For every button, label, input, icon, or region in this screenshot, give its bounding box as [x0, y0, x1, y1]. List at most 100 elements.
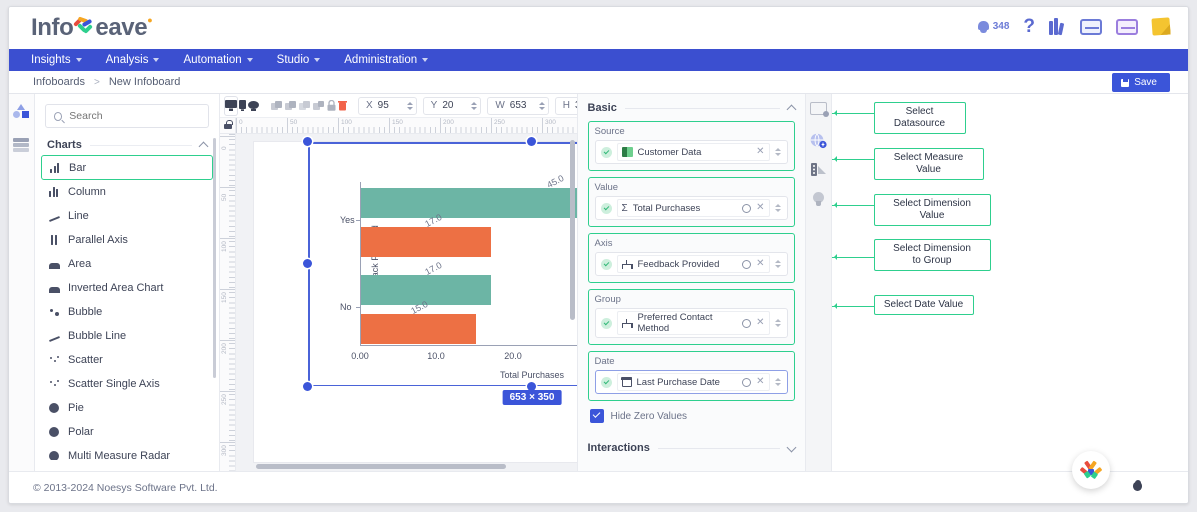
nav-item-studio[interactable]: Studio — [277, 54, 321, 66]
clear-group-icon[interactable]: ✕ — [756, 318, 764, 328]
hide-zero-values-checkbox[interactable] — [589, 409, 604, 423]
notifications-button[interactable]: 348 — [977, 20, 1009, 34]
value-stepper[interactable] — [774, 204, 783, 212]
search-input[interactable] — [69, 110, 200, 122]
bug-report-icon[interactable] — [1131, 480, 1144, 491]
sidebar-item-parallel-axis[interactable]: Parallel Axis — [35, 228, 219, 252]
chart-type-list[interactable]: Bar Column Line Parallel Axis Area Inver… — [35, 155, 219, 460]
clone-icon[interactable] — [299, 97, 311, 115]
ruler-top[interactable]: 0 50 100 150 200 250 300 350 400 450 500… — [236, 118, 577, 134]
nav-item-administration[interactable]: Administration — [344, 54, 429, 66]
gear-icon[interactable] — [742, 259, 752, 269]
gear-icon[interactable] — [742, 318, 752, 328]
sidebar-item-bubble[interactable]: Bubble — [35, 300, 219, 324]
charts-list-scrollbar[interactable] — [213, 138, 216, 378]
clear-value-icon[interactable]: ✕ — [756, 203, 764, 213]
axis-stepper[interactable] — [774, 260, 783, 268]
sidebar-item-area[interactable]: Area — [35, 252, 219, 276]
canvas-vscrollbar[interactable] — [569, 140, 575, 320]
clear-source-icon[interactable]: ✕ — [756, 147, 764, 157]
duplicate-icon[interactable] — [285, 97, 297, 115]
bar-yes-phone[interactable] — [361, 227, 491, 257]
sidebar-item-scatter[interactable]: Scatter — [35, 348, 219, 372]
group-chip[interactable]: Preferred Contact Method ✕ — [616, 311, 770, 335]
help-icon[interactable]: ? — [1023, 17, 1035, 36]
source-stepper[interactable] — [774, 148, 783, 156]
breadcrumb-root[interactable]: Infoboards — [33, 76, 85, 88]
sidebar-item-pie[interactable]: Pie — [35, 396, 219, 420]
gear-icon[interactable] — [742, 203, 752, 213]
source-chip[interactable]: Customer Data ✕ — [616, 143, 770, 161]
y-position-field[interactable]: Y 20 — [422, 96, 482, 115]
accordion-interactions[interactable]: Interactions — [588, 433, 796, 462]
tablet-icon[interactable] — [239, 97, 246, 115]
search-box[interactable] — [45, 104, 209, 128]
ruler-lock-icon[interactable] — [224, 120, 233, 129]
sidebar-item-multi-measure-radar[interactable]: Multi Measure Radar — [35, 444, 219, 460]
source-field[interactable]: Customer Data ✕ — [594, 140, 788, 164]
date-chip[interactable]: Last Purchase Date ✕ — [616, 373, 770, 391]
widget-settings-icon[interactable] — [809, 102, 829, 117]
clear-axis-icon[interactable]: ✕ — [756, 259, 764, 269]
nav-item-insights[interactable]: Insights — [31, 54, 82, 66]
width-field[interactable]: W 653 — [487, 96, 549, 115]
axis-field[interactable]: Feedback Provided ✕ — [594, 252, 788, 276]
desktop-icon[interactable] — [225, 96, 237, 115]
charts-section-header[interactable]: Charts — [47, 139, 209, 152]
sticky-note-icon[interactable] — [1151, 17, 1171, 36]
lock-icon[interactable] — [327, 97, 336, 115]
layers-icon[interactable] — [13, 138, 30, 152]
nav-item-analysis[interactable]: Analysis — [106, 54, 160, 66]
basic-section-header[interactable]: Basic — [588, 102, 796, 115]
group-field[interactable]: Preferred Contact Method ✕ — [594, 308, 788, 338]
height-field[interactable]: H 350 — [554, 96, 577, 115]
bar-no-phone[interactable] — [361, 314, 476, 344]
bar-yes-email[interactable] — [361, 188, 577, 218]
date-field[interactable]: Last Purchase Date ✕ — [594, 370, 788, 394]
assistant-fab[interactable] — [1072, 451, 1110, 489]
group-field-group: Group Preferred Contact Method ✕ — [587, 289, 795, 345]
sidebar-item-scatter-single-axis[interactable]: Scatter Single Axis — [35, 372, 219, 396]
nav-item-automation[interactable]: Automation — [183, 54, 253, 66]
app-footer: © 2013-2024 Noesys Software Pvt. Ltd. — [9, 451, 1188, 503]
group-stepper[interactable] — [774, 319, 783, 327]
gear-icon[interactable] — [742, 377, 752, 387]
sidebar-item-line[interactable]: Line — [35, 204, 219, 228]
mobile-icon[interactable] — [248, 97, 259, 115]
palette-icon[interactable] — [810, 163, 826, 178]
library-icon[interactable] — [1049, 18, 1066, 36]
value-field[interactable]: Σ Total Purchases ✕ — [594, 196, 788, 220]
value-chip[interactable]: Σ Total Purchases ✕ — [616, 199, 770, 217]
date-stepper[interactable] — [774, 378, 783, 386]
canvas-hscrollbar[interactable] — [256, 464, 506, 469]
axis-chip[interactable]: Feedback Provided ✕ — [616, 255, 770, 273]
canvas-stage[interactable]: Email Phone Feedback Provided Total Purc… — [236, 134, 577, 471]
sidebar-item-polar[interactable]: Polar — [35, 420, 219, 444]
sidebar-item-column[interactable]: Column — [35, 180, 219, 204]
monitor-purple-icon[interactable] — [1116, 18, 1138, 35]
copy-icon[interactable] — [271, 97, 283, 115]
datasource-globe-icon[interactable] — [810, 133, 827, 149]
y-stepper[interactable] — [471, 101, 478, 110]
monitor-blue-icon[interactable] — [1080, 18, 1102, 35]
x-position-field[interactable]: X 95 — [358, 96, 417, 115]
chart-item-label: Line — [68, 210, 89, 222]
group-icon[interactable] — [313, 97, 325, 115]
source-field-group: Source Customer Data ✕ — [587, 121, 795, 171]
brand-logo[interactable]: Info eave● — [31, 14, 153, 42]
save-button[interactable]: Save — [1112, 73, 1170, 92]
x-tick-0: 0.00 — [351, 351, 369, 361]
sidebar-item-inverted-area-chart[interactable]: Inverted Area Chart — [35, 276, 219, 300]
sidebar-item-bubble-line[interactable]: Bubble Line — [35, 324, 219, 348]
sidebar-item-bar[interactable]: Bar — [41, 155, 213, 180]
bar-chart[interactable]: Email Phone Feedback Provided Total Purc… — [308, 142, 577, 386]
shapes-icon[interactable] — [13, 104, 30, 120]
x-stepper[interactable] — [406, 101, 413, 110]
clear-date-icon[interactable]: ✕ — [756, 377, 764, 387]
delete-icon[interactable] — [338, 97, 347, 115]
hide-zero-values-row[interactable]: Hide Zero Values — [589, 409, 795, 423]
w-stepper[interactable] — [538, 101, 545, 110]
bulb-icon[interactable] — [812, 192, 824, 207]
selected-widget[interactable]: Email Phone Feedback Provided Total Purc… — [303, 137, 577, 405]
ruler-left[interactable]: 0 50 100 150 200 250 300 350 400 — [220, 134, 236, 471]
